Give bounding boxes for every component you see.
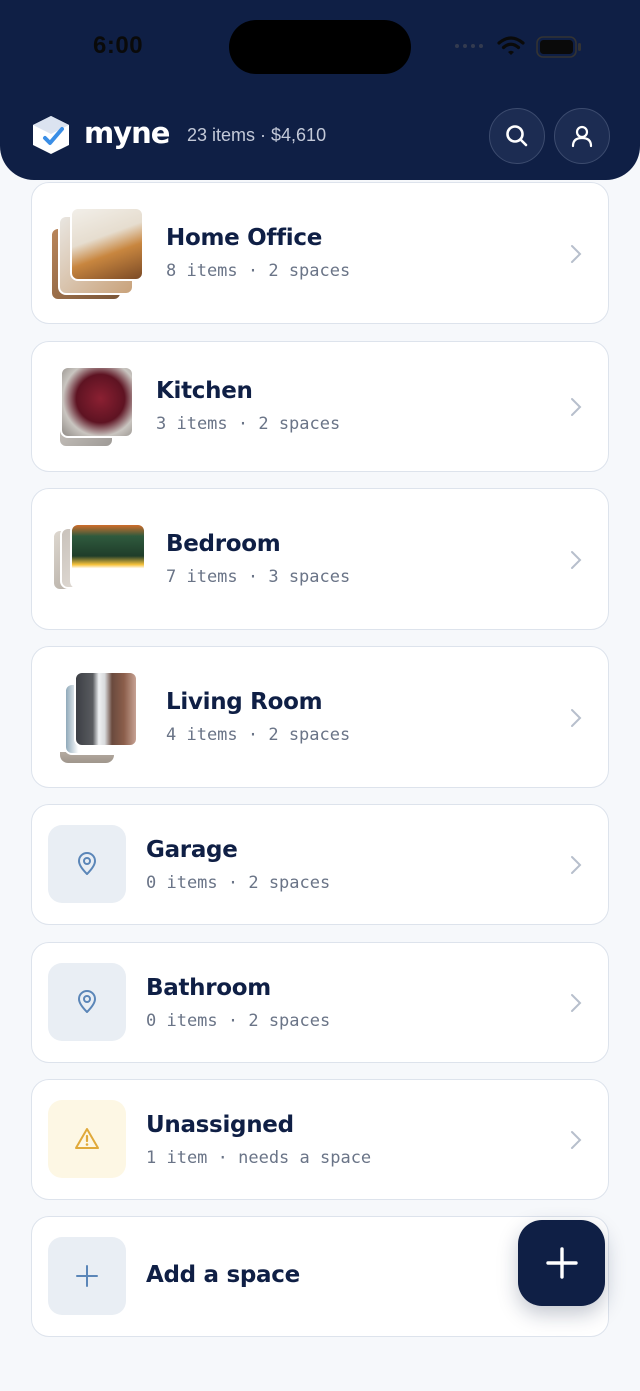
profile-button[interactable] xyxy=(554,108,610,164)
space-thumbnail xyxy=(58,669,142,765)
space-name: Bedroom xyxy=(166,531,281,557)
chevron-right-icon xyxy=(571,398,582,416)
space-card-bathroom[interactable]: Bathroom 0 items · 2 spaces xyxy=(31,942,609,1063)
space-meta: 4 items · 2 spaces xyxy=(166,725,351,745)
status-time: 6:00 xyxy=(93,32,144,59)
wifi-icon xyxy=(497,36,525,55)
chevron-right-icon xyxy=(571,856,582,874)
space-meta: 3 items · 2 spaces xyxy=(156,414,341,434)
chevron-right-icon xyxy=(571,994,582,1012)
space-card-kitchen[interactable]: Kitchen 3 items · 2 spaces xyxy=(31,341,609,472)
space-name: Home Office xyxy=(166,225,323,251)
chevron-right-icon xyxy=(571,1131,582,1149)
space-name: Bathroom xyxy=(146,975,271,1001)
search-button[interactable] xyxy=(489,108,545,164)
profile-icon xyxy=(571,125,593,148)
space-icon-tile xyxy=(48,963,126,1041)
plus-icon xyxy=(545,1247,578,1279)
add-space-label: Add a space xyxy=(146,1262,300,1288)
space-name: Kitchen xyxy=(156,378,253,404)
chevron-right-icon xyxy=(571,551,582,569)
inventory-summary: 23 items · $4,610 xyxy=(187,125,327,145)
dynamic-island xyxy=(229,20,411,74)
space-meta: 8 items · 2 spaces xyxy=(166,261,351,281)
add-item-fab[interactable] xyxy=(518,1220,605,1306)
myne-logo-icon xyxy=(33,116,69,154)
warning-icon xyxy=(75,1128,99,1149)
location-pin-icon xyxy=(78,852,96,875)
add-icon-tile xyxy=(48,1237,126,1315)
chevron-right-icon xyxy=(571,709,582,727)
plus-icon xyxy=(76,1265,98,1287)
space-meta: 0 items · 2 spaces xyxy=(146,873,331,893)
search-icon xyxy=(506,125,528,147)
space-card-bedroom[interactable]: Bedroom 7 items · 3 spaces xyxy=(31,488,609,630)
space-thumbnail xyxy=(52,523,148,595)
space-meta: 0 items · 2 spaces xyxy=(146,1011,331,1031)
space-card-unassigned[interactable]: Unassigned 1 item · needs a space xyxy=(31,1079,609,1200)
space-name: Garage xyxy=(146,837,238,863)
space-meta: 7 items · 3 spaces xyxy=(166,567,351,587)
cellular-signal-icon xyxy=(455,44,483,48)
space-icon-tile xyxy=(48,825,126,903)
space-card-home-office[interactable]: Home Office 8 items · 2 spaces xyxy=(31,182,609,324)
space-thumbnail xyxy=(50,205,146,301)
location-pin-icon xyxy=(78,990,96,1013)
space-meta: 1 item · needs a space xyxy=(146,1148,372,1168)
battery-icon xyxy=(536,36,581,58)
brand-name: myne xyxy=(84,116,170,150)
chevron-right-icon xyxy=(571,245,582,263)
warning-icon-tile xyxy=(48,1100,126,1178)
space-thumbnail xyxy=(58,364,136,450)
space-card-living-room[interactable]: Living Room 4 items · 2 spaces xyxy=(31,646,609,788)
space-card-garage[interactable]: Garage 0 items · 2 spaces xyxy=(31,804,609,925)
space-name: Unassigned xyxy=(146,1112,294,1138)
app-header: 6:00 myne 23 items · $4,610 xyxy=(0,0,640,180)
space-name: Living Room xyxy=(166,689,323,715)
